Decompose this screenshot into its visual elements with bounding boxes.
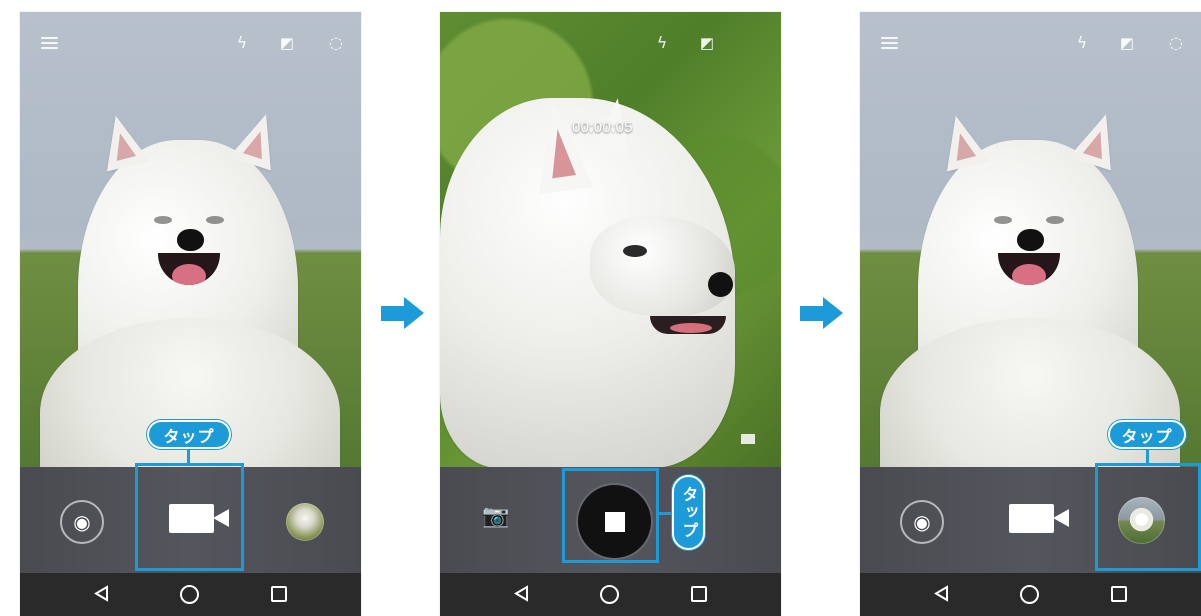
exposure-icon[interactable]: ◩ [1117,33,1137,53]
video-camera-icon[interactable] [1009,504,1069,533]
home-icon[interactable] [1020,585,1039,604]
camera-recording-steps: ϟ ◩ ◌ ◉ 00:00:05 ϟ ◩ 📷 ϟ ◩ ◌ ◉ タップ タップ タ… [0,0,1201,616]
stop-recording-button[interactable] [578,485,651,558]
dog-right-eye [206,216,224,224]
panel-recording: 00:00:05 ϟ ◩ 📷 [440,12,781,616]
dog-left-eye [154,216,172,224]
mini-video-preview-icon [741,434,755,444]
android-nav-bar [440,573,781,616]
dog-nose [1017,229,1044,251]
menu-icon[interactable] [39,34,63,50]
dog-left-eye [994,216,1012,224]
dog-eye [623,245,647,257]
camera-controls: ◉ [20,467,361,573]
dog-thumbnail[interactable] [1118,497,1165,544]
recent-apps-icon[interactable] [1111,586,1127,602]
camera-controls: ◉ [860,467,1201,573]
exposure-icon[interactable]: ◩ [697,33,717,53]
dog-nose [708,272,733,297]
gallery-thumbnail[interactable] [286,503,324,541]
tap-callout: タップ [1108,420,1186,449]
camera-preview [20,12,361,467]
timer-icon[interactable]: ◌ [1166,33,1186,53]
camera-top-toolbar: ϟ ◩ [440,33,781,53]
panel-video-ready: ϟ ◩ ◌ ◉ [20,12,361,616]
stop-icon [604,511,625,532]
panel-video-saved: ϟ ◩ ◌ ◉ [860,12,1201,616]
dog-face [970,174,1088,294]
tap-callout-connector [187,448,190,465]
android-nav-bar [20,573,361,616]
dog-nose [177,229,204,251]
tap-callout: タップ [147,420,231,449]
next-step-arrow-icon [800,297,843,329]
camera-preview: 00:00:05 [440,12,781,467]
dog-mouth [158,253,220,285]
dog-mouth [998,253,1060,285]
dog-photo-side [440,95,735,467]
switch-camera-icon[interactable]: ◉ [60,500,104,544]
camera-top-toolbar: ϟ ◩ ◌ [860,33,1201,53]
flash-off-icon[interactable]: ϟ [1072,33,1092,53]
recent-apps-icon[interactable] [691,586,707,602]
dog-left-ear [934,110,990,172]
dog-right-ear [1069,107,1127,171]
recording-time: 00:00:05 [572,119,633,136]
video-camera-icon[interactable] [169,504,229,533]
menu-icon[interactable] [879,34,903,50]
next-step-arrow-icon [381,297,424,329]
back-icon[interactable] [513,585,530,602]
flash-off-icon[interactable]: ϟ [652,33,672,53]
back-icon[interactable] [93,585,110,602]
dog-right-eye [1046,216,1064,224]
dog-left-ear [526,99,594,195]
tap-callout: タップ [672,475,705,550]
dog-right-ear [229,107,287,171]
home-icon[interactable] [600,585,619,604]
camera-icon[interactable]: 📷 [482,504,509,529]
dog-left-ear [94,110,150,172]
timer-icon[interactable]: ◌ [326,33,346,53]
flash-off-icon[interactable]: ϟ [232,33,252,53]
camera-controls: 📷 [440,467,781,573]
recent-apps-icon[interactable] [271,586,287,602]
home-icon[interactable] [180,585,199,604]
switch-camera-icon[interactable]: ◉ [900,500,944,544]
dog-mouth [650,316,726,334]
dog-face [130,174,248,294]
dog-photo-front [880,107,1180,467]
dog-photo-front [40,107,340,467]
tap-callout-connector [1146,448,1149,465]
android-nav-bar [860,573,1201,616]
exposure-icon[interactable]: ◩ [277,33,297,53]
back-icon[interactable] [933,585,950,602]
camera-top-toolbar: ϟ ◩ ◌ [20,33,361,53]
camera-preview [860,12,1201,467]
